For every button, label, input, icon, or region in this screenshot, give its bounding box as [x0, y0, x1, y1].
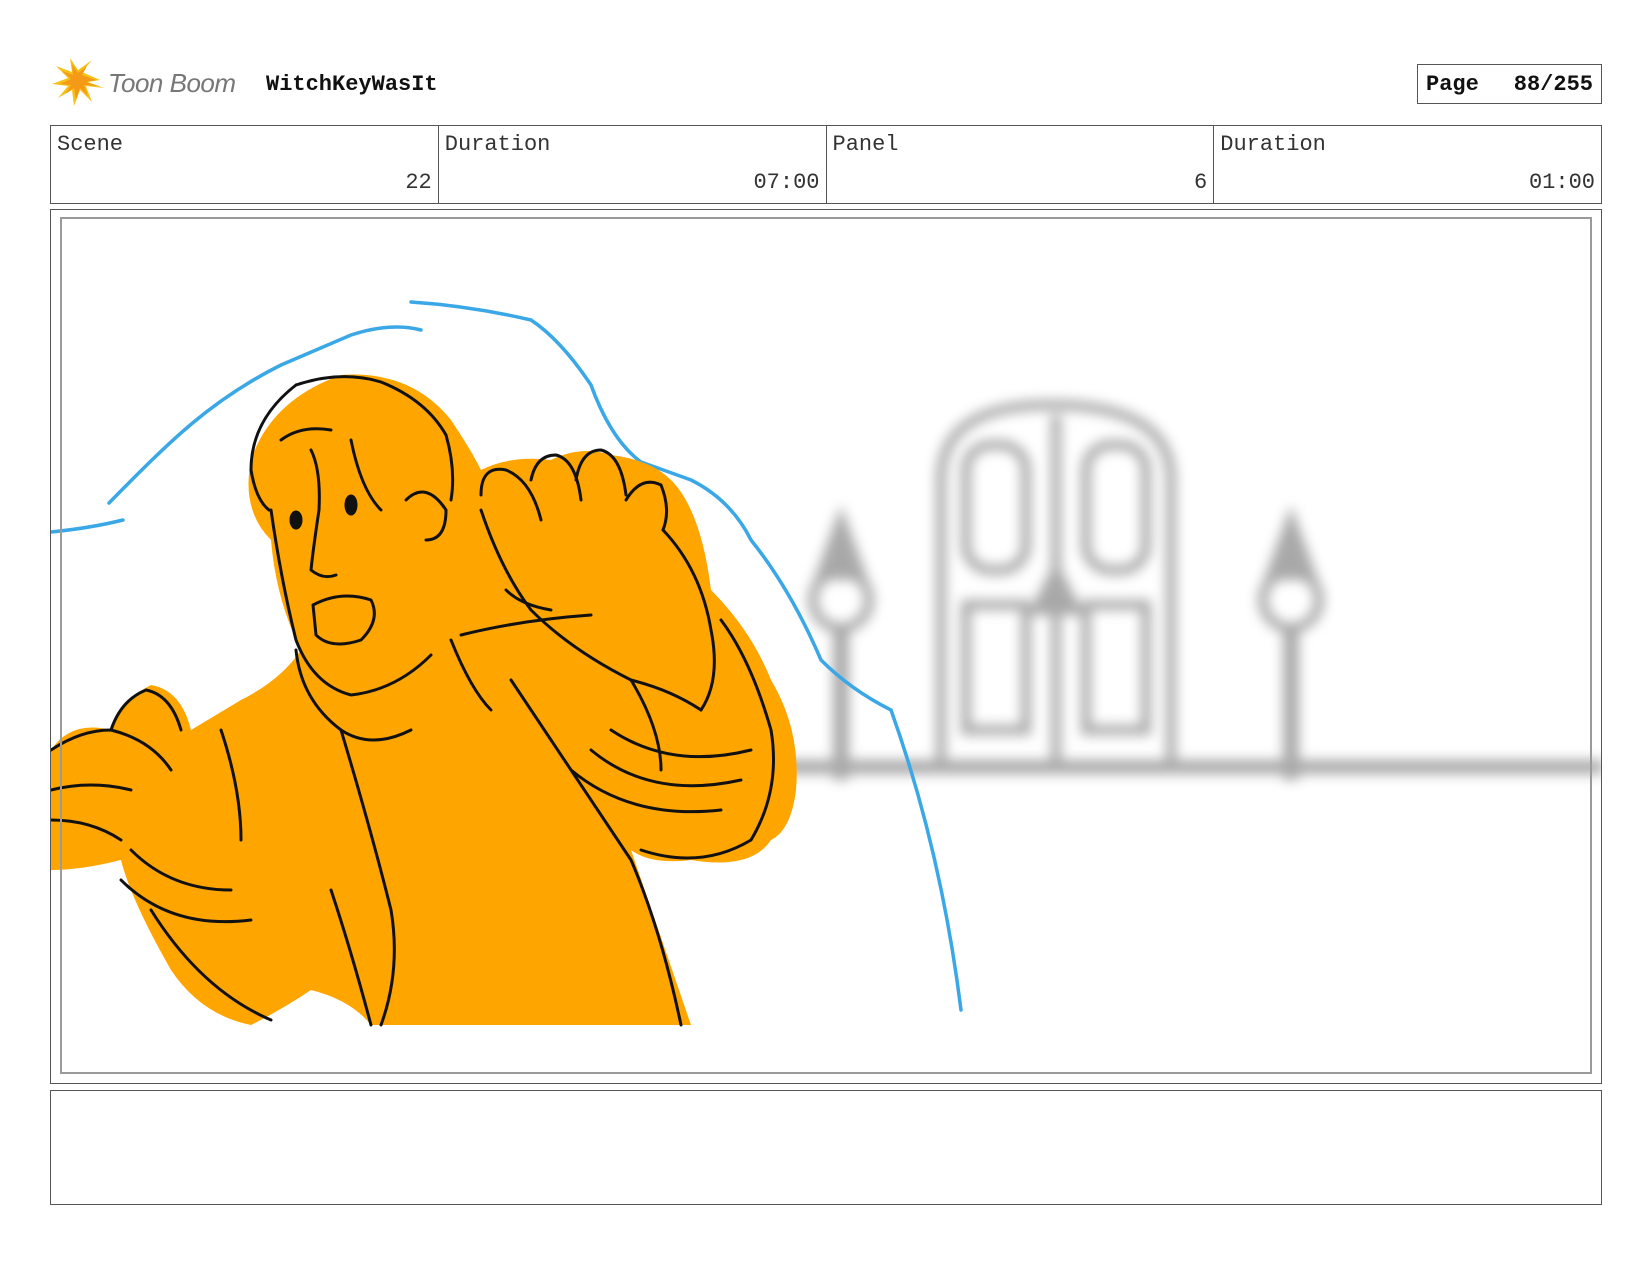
blurred-background	[651, 399, 1601, 780]
scene-info-row: Scene 22 Duration 07:00 Panel 6 Duration…	[50, 125, 1602, 204]
panel-duration-value: 01:00	[1528, 170, 1595, 195]
panel-duration-cell: Duration 01:00	[1214, 126, 1601, 203]
starburst-icon	[52, 58, 104, 106]
scene-cell: Scene 22	[51, 126, 439, 203]
panel-value: 6	[1194, 170, 1208, 195]
panel-duration-label: Duration	[1220, 132, 1326, 157]
panel-label: Panel	[832, 132, 899, 157]
scene-duration-value: 07:00	[753, 170, 820, 195]
project-title: WitchKeyWasIt	[266, 72, 438, 97]
scene-label: Scene	[57, 132, 124, 157]
page-number: 88/255	[1513, 71, 1593, 97]
panel-drawing	[51, 217, 1601, 1074]
page-indicator: Page 88/255	[1417, 64, 1602, 104]
page-label: Page	[1426, 71, 1479, 97]
scene-duration-cell: Duration 07:00	[439, 126, 827, 203]
scene-duration-label: Duration	[444, 132, 551, 157]
panel-cell: Panel 6	[827, 126, 1215, 203]
scene-value: 22	[405, 170, 432, 195]
toon-boom-logo: Toon Boom	[52, 58, 252, 108]
logo-text: Toon Boom	[108, 68, 236, 98]
storyboard-panel	[50, 209, 1602, 1084]
panel-notes	[50, 1090, 1602, 1205]
